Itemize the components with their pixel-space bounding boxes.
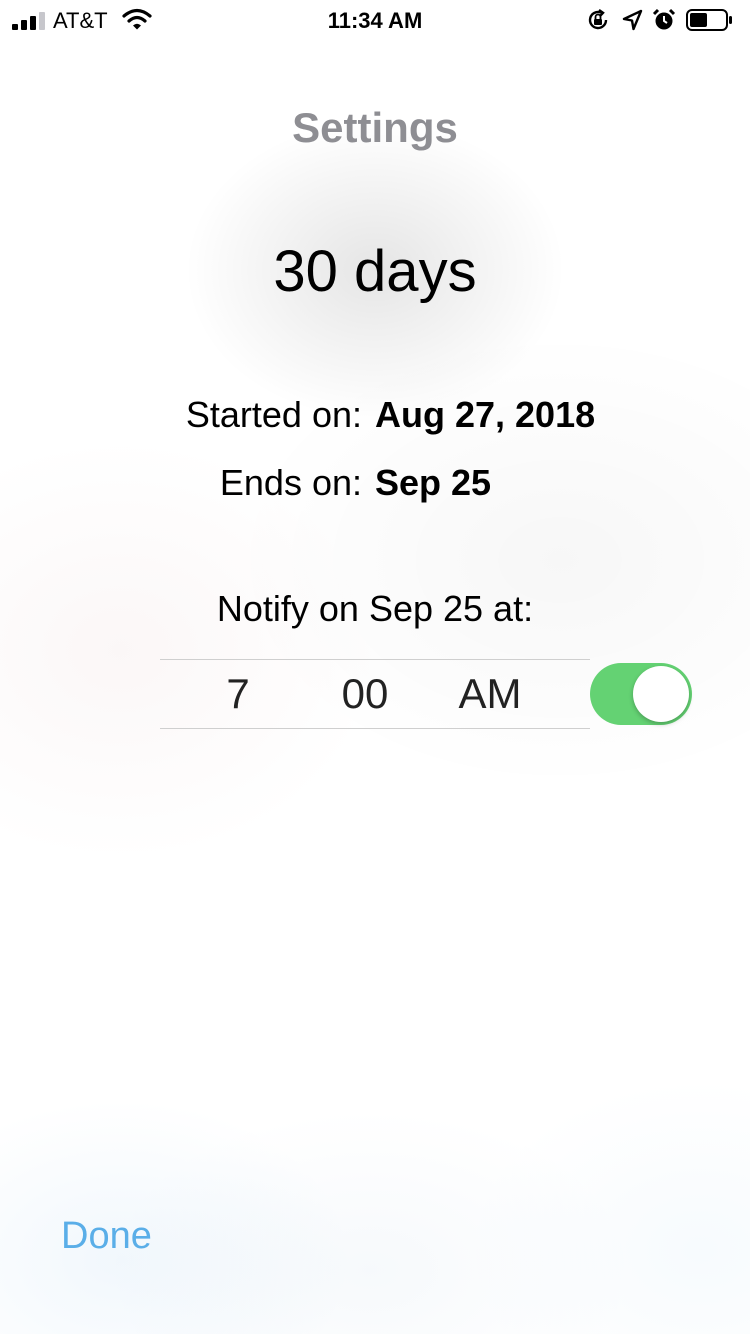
ends-row: Ends on: Sep 25 [0,462,750,512]
notify-toggle[interactable] [590,663,692,725]
started-value: Aug 27, 2018 [375,394,596,435]
period-picker[interactable]: AM [445,670,535,718]
done-button[interactable]: Done [61,1215,152,1258]
alarm-icon [652,8,676,30]
ends-label: Ends on: [219,462,362,503]
time-picker[interactable]: 7 00 AM [160,659,590,729]
toggle-knob [633,666,689,722]
notify-label: Notify on Sep 25 at: [216,588,534,629]
started-label: Started on: [185,394,362,435]
location-arrow-icon [622,9,643,31]
ends-value: Sep 25 [375,462,492,503]
battery-icon [686,9,732,31]
status-bar: AT&T 11:34 AM [0,0,750,40]
page-title: Settings [292,104,458,151]
started-row: Started on: Aug 27, 2018 [0,394,750,444]
duration-label: 30 days [273,239,477,304]
hour-picker[interactable]: 7 [208,670,268,718]
minute-picker[interactable]: 00 [325,670,405,718]
orientation-lock-icon [588,9,608,30]
